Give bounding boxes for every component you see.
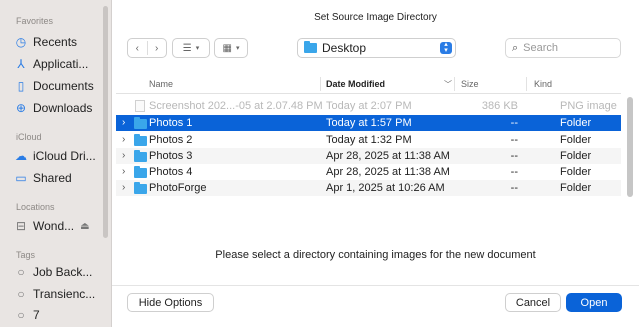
sidebar-item-tag-job-back[interactable]: ○ Job Back... xyxy=(14,262,92,282)
sidebar-item-icloud-drive[interactable]: ☁ iCloud Dri... xyxy=(14,146,96,166)
file-row[interactable]: › Photos 2 Today at 1:32 PM -- Folder xyxy=(116,132,621,148)
column-header: Name Date Modified ﹀ Size Kind xyxy=(116,74,621,94)
divider xyxy=(320,77,321,91)
back-forward-buttons: ‹ › xyxy=(127,38,167,58)
folder-icon xyxy=(134,134,147,146)
search-placeholder: Search xyxy=(523,42,559,54)
drive-icon: ⊟ xyxy=(15,219,27,233)
sidebar-item-label: Job Back... xyxy=(33,265,93,279)
column-kind[interactable]: Kind xyxy=(534,79,552,89)
tag-icon: ○ xyxy=(17,287,25,301)
sidebar-section-locations: Locations xyxy=(16,202,55,212)
sidebar-item-applications[interactable]: ⅄ Applicati... xyxy=(14,54,88,74)
cloud-icon: ☁ xyxy=(15,149,27,163)
disclosure-chevron-icon[interactable]: › xyxy=(122,150,125,161)
sidebar-item-label: Shared xyxy=(33,171,72,185)
sidebar-item-shared[interactable]: ▭ Shared xyxy=(14,168,72,188)
dialog-title: Set Source Image Directory xyxy=(314,12,437,23)
hide-options-button[interactable]: Hide Options xyxy=(127,293,214,312)
sidebar-item-recents[interactable]: ◷ Recents xyxy=(14,32,77,52)
list-icon: ☰ xyxy=(182,42,192,54)
disclosure-chevron-icon[interactable]: › xyxy=(122,182,125,193)
forward-icon[interactable]: › xyxy=(147,43,166,54)
grid-view-button[interactable]: ▦ ▾ xyxy=(214,38,248,58)
search-field[interactable]: ⌕ Search xyxy=(505,38,621,58)
file-row[interactable]: › Photos 3 Apr 28, 2025 at 11:38 AM -- F… xyxy=(116,148,621,164)
tag-icon: ○ xyxy=(17,265,25,279)
tag-icon: ○ xyxy=(17,308,25,322)
sidebar: Favorites ◷ Recents ⅄ Applicati... ▯ Doc… xyxy=(0,0,112,327)
sidebar-item-drive[interactable]: ⊟ Wond... ⏏ xyxy=(14,216,90,236)
divider xyxy=(454,77,455,91)
sidebar-section-tags: Tags xyxy=(16,250,36,260)
chevron-down-icon: ▾ xyxy=(195,45,200,52)
eject-icon[interactable]: ⏏ xyxy=(80,221,89,232)
back-icon[interactable]: ‹ xyxy=(128,43,147,54)
clock-icon: ◷ xyxy=(15,35,27,49)
sidebar-item-label: Documents xyxy=(33,79,94,93)
file-list-scrollbar[interactable] xyxy=(627,97,633,197)
image-file-icon xyxy=(135,100,145,112)
file-row[interactable]: › PhotoForge Apr 1, 2025 at 10:26 AM -- … xyxy=(116,180,621,196)
sidebar-item-label: 7 xyxy=(33,308,40,322)
sidebar-item-label: Downloads xyxy=(33,101,93,115)
location-popup[interactable]: Desktop ▴ ▾ xyxy=(297,38,456,58)
disclosure-chevron-icon[interactable]: › xyxy=(122,134,125,145)
sidebar-item-label: iCloud Dri... xyxy=(33,149,96,163)
sidebar-item-label: Transienc... xyxy=(33,287,96,301)
sidebar-section-icloud: iCloud xyxy=(16,132,42,142)
cancel-button[interactable]: Cancel xyxy=(505,293,561,312)
divider xyxy=(526,77,527,91)
search-icon: ⌕ xyxy=(512,41,519,54)
folder-icon xyxy=(304,41,317,53)
file-row: Screenshot 202...-05 at 2.07.48 PM Today… xyxy=(116,98,621,114)
sidebar-item-label: Recents xyxy=(33,35,78,49)
disclosure-chevron-icon[interactable]: › xyxy=(122,117,125,128)
sidebar-item-documents[interactable]: ▯ Documents xyxy=(14,76,94,96)
grid-icon: ▦ xyxy=(222,42,232,54)
sidebar-item-label: Applicati... xyxy=(33,57,89,71)
file-row[interactable]: › Photos 4 Apr 28, 2025 at 11:38 AM -- F… xyxy=(116,164,621,180)
download-icon: ⊕ xyxy=(15,101,27,115)
instruction-message: Please select a directory containing ima… xyxy=(215,249,536,261)
folder-icon xyxy=(134,117,147,129)
sidebar-scrollbar[interactable] xyxy=(103,6,108,238)
sidebar-item-tag-transience[interactable]: ○ Transienc... xyxy=(14,284,95,304)
location-label: Desktop xyxy=(322,41,367,55)
column-date-modified[interactable]: Date Modified xyxy=(326,79,385,89)
folder-icon xyxy=(134,166,147,178)
column-name[interactable]: Name xyxy=(149,79,173,89)
sidebar-item-label: Wond... xyxy=(33,219,75,233)
disclosure-chevron-icon[interactable]: › xyxy=(122,166,125,177)
sidebar-item-tag-7[interactable]: ○ 7 xyxy=(14,305,40,325)
folder-icon xyxy=(134,182,147,194)
file-row-selected[interactable]: › Photos 1 Today at 1:57 PM -- Folder xyxy=(116,115,621,131)
sidebar-section-favorites: Favorites xyxy=(16,16,54,26)
file-dialog: Favorites ◷ Recents ⅄ Applicati... ▯ Doc… xyxy=(0,0,639,327)
popup-arrows-icon: ▴ ▾ xyxy=(440,41,452,54)
shared-folder-icon: ▭ xyxy=(15,171,27,185)
list-view-button[interactable]: ☰ ▾ xyxy=(172,38,210,58)
folder-icon xyxy=(134,150,147,162)
applications-icon: ⅄ xyxy=(17,57,25,71)
chevron-down-icon: ▾ xyxy=(235,45,240,52)
document-icon: ▯ xyxy=(17,79,25,93)
column-size[interactable]: Size xyxy=(461,79,479,89)
sidebar-item-downloads[interactable]: ⊕ Downloads xyxy=(14,98,92,118)
sort-chevron-icon: ﹀ xyxy=(444,80,452,89)
open-button[interactable]: Open xyxy=(566,293,622,312)
